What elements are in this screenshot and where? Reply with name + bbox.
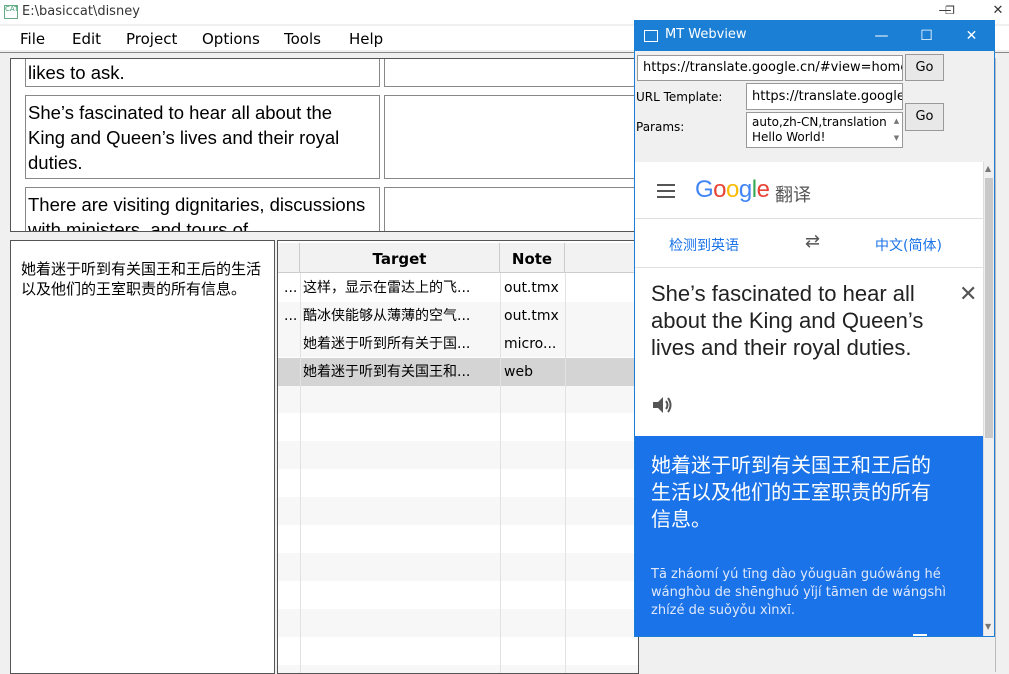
row-target: 这样，显示在雷达上的飞...: [303, 280, 471, 296]
url-template-input[interactable]: https://translate.google.c: [746, 83, 903, 110]
table-row[interactable]: ... 酷冰侠能够从薄薄的空气... out.tmx: [278, 302, 638, 330]
url-template-label: URL Template:: [636, 90, 723, 104]
params-go-button[interactable]: Go: [905, 103, 944, 131]
params-label: Params:: [636, 120, 685, 134]
language-bar: 检测到英语 ⇄ 中文(简体): [635, 218, 983, 268]
params-line: Hello World!: [752, 130, 826, 144]
column-divider: [565, 273, 566, 673]
table-row[interactable]: 她着迷于听到所有关于国... micro...: [278, 330, 638, 358]
url-input[interactable]: https://translate.google.cn/#view=home&o…: [637, 55, 903, 81]
menu-file[interactable]: File: [20, 30, 45, 48]
scroll-hint: [913, 634, 927, 636]
logo-suffix: 翻译: [775, 185, 811, 206]
source-language[interactable]: 检测到英语: [669, 235, 739, 255]
target-segment[interactable]: [384, 95, 644, 179]
menu-project[interactable]: Project: [126, 30, 177, 48]
scroll-down-icon[interactable]: ▼: [985, 622, 991, 631]
menu-help[interactable]: Help: [349, 30, 383, 48]
row-note: out.tmx: [504, 280, 559, 296]
url-go-button[interactable]: Go: [905, 54, 944, 81]
menu-tools[interactable]: Tools: [284, 30, 321, 48]
mt-close-button[interactable]: ✕: [949, 21, 994, 51]
window-icon: [644, 30, 658, 42]
row-stripe: [278, 385, 638, 413]
source-text[interactable]: She’s fascinated to hear all about the K…: [651, 280, 941, 361]
params-scroll-arrows[interactable]: ▲ ▼: [891, 113, 902, 147]
params-line: auto,zh-CN,translation: [752, 115, 887, 129]
row-stripe: [278, 609, 638, 637]
row-target: 酷冰侠能够从薄薄的空气...: [303, 308, 471, 324]
row-note: web: [504, 364, 533, 380]
table-row[interactable]: ... 这样，显示在雷达上的飞... out.tmx: [278, 274, 638, 302]
pinyin-text: Tā zháomí yú tīng dào yǒuguān guówáng hé…: [651, 567, 946, 618]
row-stripe: [278, 497, 638, 525]
speaker-icon[interactable]: [651, 394, 675, 416]
row-stripe: [278, 441, 638, 469]
web-scrollbar[interactable]: ▲ ▼: [983, 162, 994, 636]
row-note: micro...: [504, 336, 557, 352]
menu-edit[interactable]: Edit: [72, 30, 101, 48]
column-header-extra[interactable]: [565, 243, 638, 273]
row-stripe: [278, 665, 638, 673]
menu-options[interactable]: Options: [202, 30, 260, 48]
mt-title-bar: MT Webview — ☐ ✕: [635, 21, 994, 51]
column-divider: [300, 273, 301, 673]
translation-result: 她着迷于听到有关国王和王后的生活以及他们的王室职责的所有信息。 Tā zháom…: [635, 436, 983, 636]
result-text[interactable]: 她着迷于听到有关国王和王后的生活以及他们的王室职责的所有信息。: [651, 452, 941, 533]
mt-window-title: MT Webview: [665, 27, 747, 42]
mt-maximize-button[interactable]: ☐: [904, 21, 949, 51]
editor-text: 她着迷于听到有关国王和王后的生活以及他们的王室职责的所有信息。: [21, 260, 262, 298]
row-marker: ...: [284, 280, 298, 296]
target-segment[interactable]: [384, 59, 644, 87]
window-title: E:\basiccat\disney: [22, 4, 140, 19]
row-marker: ...: [284, 308, 298, 324]
target-editor[interactable]: 她着迷于听到有关国王和王后的生活以及他们的王室职责的所有信息。: [10, 240, 275, 674]
web-content: Google 翻译 检测到英语 ⇄ 中文(简体) She’s fascinate…: [635, 162, 983, 636]
source-segment[interactable]: There are visiting dignitaries, discussi…: [25, 187, 380, 231]
clear-icon[interactable]: ✕: [959, 282, 977, 307]
right-panel-edge: [995, 58, 1009, 672]
menu-icon[interactable]: [657, 184, 675, 202]
tm-match-table: Target Note ... 这样，显示在雷达上的飞... out.tmx .…: [277, 240, 639, 674]
column-divider: [500, 273, 501, 673]
table-row-selected[interactable]: 她着迷于听到有关国王和... web: [278, 358, 638, 386]
swap-languages-icon[interactable]: ⇄: [805, 231, 820, 252]
mt-minimize-button[interactable]: —: [859, 21, 904, 51]
column-header-note[interactable]: Note: [500, 243, 565, 273]
scroll-up-icon[interactable]: ▲: [985, 164, 991, 173]
row-marker: [284, 358, 300, 386]
restore-button[interactable]: ❐: [930, 0, 970, 22]
row-target: 她着迷于听到有关国王和...: [303, 364, 471, 380]
row-target: 她着迷于听到所有关于国...: [303, 336, 471, 352]
source-segment[interactable]: likes to ask.: [25, 59, 380, 87]
row-stripe: [278, 553, 638, 581]
row-note: out.tmx: [504, 308, 559, 324]
close-button[interactable]: ✕: [978, 0, 1009, 22]
segment-grid: likes to ask. She’s fascinated to hear a…: [10, 58, 652, 232]
params-textarea[interactable]: auto,zh-CN,translation Hello World!: [746, 112, 903, 148]
source-segment[interactable]: She’s fascinated to hear all about the K…: [25, 95, 380, 179]
row-marker: [284, 330, 300, 358]
column-header-marker[interactable]: [278, 243, 300, 273]
google-logo: Google: [695, 176, 770, 203]
scroll-thumb[interactable]: [985, 178, 993, 438]
target-language[interactable]: 中文(简体): [875, 235, 942, 255]
column-header-target[interactable]: Target: [300, 243, 500, 273]
target-segment[interactable]: [384, 187, 644, 231]
mt-webview-window: MT Webview — ☐ ✕ https://translate.googl…: [634, 20, 995, 637]
app-icon: CAT: [4, 5, 18, 19]
